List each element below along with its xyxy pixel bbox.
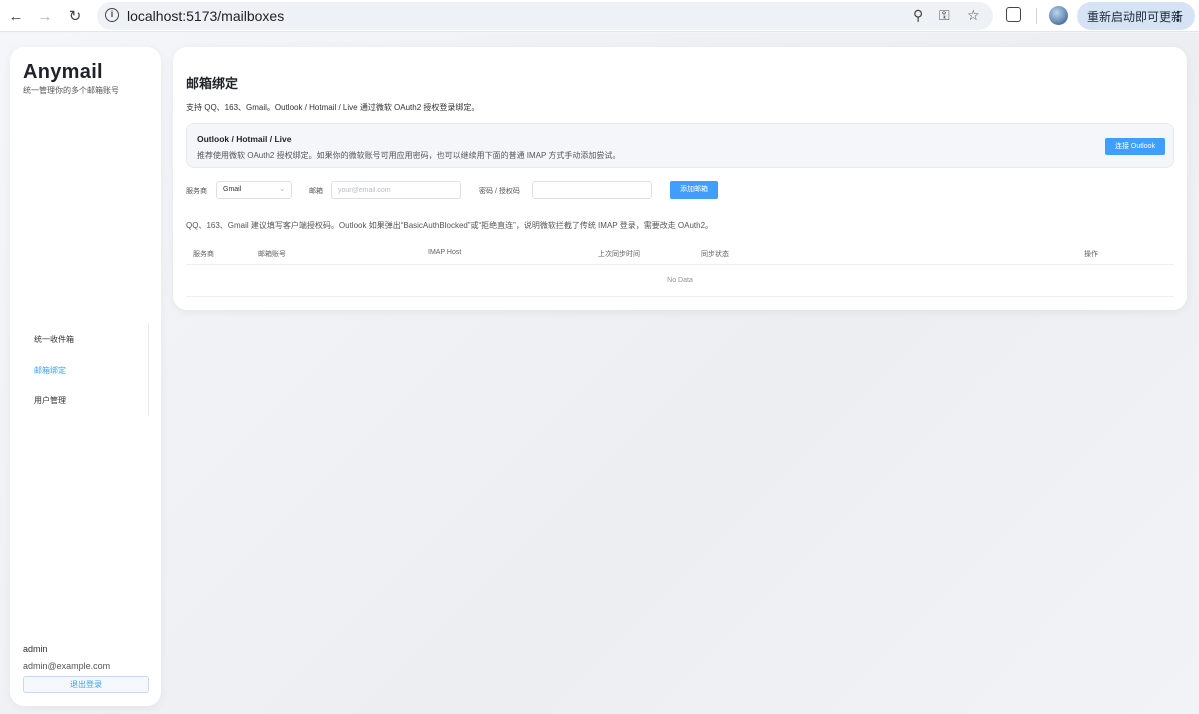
toolbar-divider [1036, 8, 1037, 24]
mailbox-table: 服务商 邮箱账号 IMAP Host 上次同步时间 同步状态 操作 No Dat… [186, 243, 1174, 297]
column-email: 邮箱账号 [258, 251, 286, 258]
sidebar-item-users[interactable]: 用户管理 [34, 395, 66, 406]
email-label: 邮箱 [309, 188, 323, 195]
site-info-icon[interactable]: i [105, 8, 119, 22]
add-mailbox-form: 服务商 Gmail ⌄ 邮箱 密码 / 授权码 添加邮箱 [186, 181, 1176, 199]
update-button-label: 重新启动即可更新 [1087, 9, 1184, 24]
column-last-sync: 上次同步时间 [598, 251, 640, 258]
add-mailbox-button[interactable]: 添加邮箱 [670, 181, 718, 199]
email-input[interactable] [331, 181, 461, 199]
connect-outlook-button[interactable]: 连接 Outlook [1105, 138, 1165, 155]
provider-select-value: Gmail [223, 186, 242, 193]
mailbox-binding-panel: 邮箱绑定 支持 QQ、163、Gmail。Outlook / Hotmail /… [173, 47, 1187, 310]
brand-subtitle: 统一管理你的多个邮箱账号 [23, 86, 119, 95]
update-button[interactable]: 重新启动即可更新 ⋮ [1077, 2, 1195, 30]
address-bar[interactable]: i localhost:5173/mailboxes ⚲ ⚿ ☆ [97, 2, 993, 30]
column-actions: 操作 [1084, 251, 1098, 258]
browser-toolbar: ← → ↻ i localhost:5173/mailboxes ⚲ ⚿ ☆ 重… [0, 0, 1199, 32]
reload-icon[interactable]: ↻ [63, 4, 87, 28]
outlook-card: Outlook / Hotmail / Live 推荐使用微软 OAuth2 授… [186, 123, 1174, 168]
empty-state-text: No Data [667, 277, 693, 284]
app-root: Anymail 统一管理你的多个邮箱账号 统一收件箱 邮箱绑定 用户管理 adm… [0, 33, 1199, 714]
column-sync-status: 同步状态 [701, 251, 729, 258]
chevron-down-icon: ⌄ [279, 186, 285, 193]
zoom-icon[interactable]: ⚲ [913, 7, 923, 24]
back-arrow-icon[interactable]: ← [4, 4, 28, 28]
table-header: 服务商 邮箱账号 IMAP Host 上次同步时间 同步状态 操作 [186, 243, 1174, 265]
star-icon[interactable]: ☆ [967, 7, 980, 24]
key-icon[interactable]: ⚿ [939, 7, 950, 24]
profile-avatar[interactable] [1049, 6, 1068, 25]
table-empty-row: No Data [186, 265, 1174, 297]
sidebar-item-mailboxes[interactable]: 邮箱绑定 [34, 365, 66, 376]
column-imap-host: IMAP Host [428, 249, 462, 256]
outlook-card-description: 推荐使用微软 OAuth2 授权绑定。如果你的微软账号可用应用密码，也可以继续用… [197, 151, 621, 160]
brand-logo: Anymail [23, 61, 103, 83]
provider-label: 服务商 [186, 188, 207, 195]
more-menu-icon[interactable]: ⋮ [1171, 8, 1185, 25]
outlook-card-title: Outlook / Hotmail / Live [197, 134, 292, 144]
sidebar-item-inbox[interactable]: 统一收件箱 [34, 334, 74, 345]
auth-hint-text: QQ、163、Gmail 建议填写客户端授权码。Outlook 如果弹出“Bas… [186, 221, 714, 230]
provider-select[interactable]: Gmail ⌄ [216, 181, 292, 199]
page-title: 邮箱绑定 [186, 76, 239, 91]
password-input[interactable] [532, 181, 652, 199]
logout-button[interactable]: 退出登录 [23, 676, 149, 693]
current-user-email: admin@example.com [23, 661, 111, 671]
sidebar: Anymail 统一管理你的多个邮箱账号 统一收件箱 邮箱绑定 用户管理 adm… [10, 47, 161, 706]
forward-arrow-icon[interactable]: → [33, 4, 57, 28]
url-text[interactable]: localhost:5173/mailboxes [127, 8, 284, 24]
column-provider: 服务商 [193, 251, 214, 258]
intro-text: 支持 QQ、163、Gmail。Outlook / Hotmail / Live… [186, 103, 480, 112]
sidebar-menu: 统一收件箱 邮箱绑定 用户管理 [22, 323, 149, 416]
current-user-name: admin [23, 644, 48, 654]
extensions-icon[interactable] [1006, 7, 1021, 22]
password-label: 密码 / 授权码 [479, 188, 520, 195]
